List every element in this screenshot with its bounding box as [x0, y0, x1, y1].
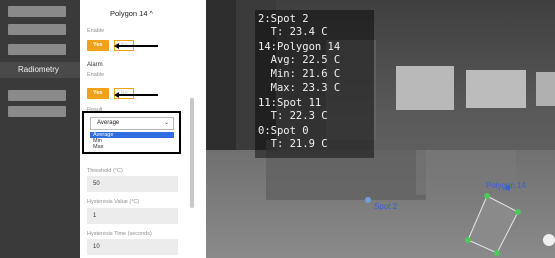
annotation-arrow [114, 92, 158, 97]
result-select-value: Average [97, 120, 120, 126]
threshold-input[interactable]: 50 [87, 176, 178, 192]
annotation-arrow [114, 43, 158, 48]
thermal-camera-view[interactable]: 2:Spot 2 T: 23.4 C 14:Polygon 14 Avg: 22… [206, 0, 555, 258]
sidebar-item-1[interactable] [8, 6, 66, 17]
overlay-line: 14:Polygon 14 [258, 41, 341, 53]
polygon-section-header[interactable]: Polygon 14 ^ [110, 9, 153, 18]
sidebar-item-3[interactable] [8, 44, 66, 55]
polygon-label[interactable]: Polygon 14 [486, 181, 526, 190]
chevron-up-icon: ^ [149, 11, 153, 18]
overlay-line: T: 23.4 C [258, 26, 328, 38]
overlay-line: 0:Spot 0 [258, 125, 309, 137]
overlay-line: 2:Spot 2 [258, 13, 309, 25]
panel-scrollbar[interactable] [190, 98, 194, 208]
threshold-label: Threshold (°C) [87, 168, 123, 174]
sidebar-item-radiometry[interactable]: Radiometry [0, 62, 80, 78]
result-option-max[interactable]: Max [90, 144, 174, 150]
alarm-label: Alarm [87, 62, 103, 68]
chevron-down-icon: ⌄ [163, 120, 169, 126]
enable-yes-button[interactable]: Yes [87, 40, 109, 51]
sidebar-nav: Radiometry [0, 0, 80, 258]
enable-label: Enable [87, 28, 105, 34]
sidebar-item-5[interactable] [8, 106, 66, 117]
overlay-line: 11:Spot 11 [258, 97, 322, 109]
polygon-title: Polygon 14 [110, 9, 148, 18]
result-select[interactable]: Average ⌄ [90, 117, 174, 130]
overlay-line: Avg: 22.5 C [258, 54, 341, 66]
hysteresis-value-input[interactable]: 1 [87, 208, 178, 224]
hysteresis-time-label: Hysteresis Time (seconds) [87, 231, 152, 237]
sidebar-item-4[interactable] [8, 90, 66, 101]
overlay-line: Max: 23.3 C [258, 82, 341, 94]
spot-label[interactable]: Spot 2 [374, 202, 397, 211]
hysteresis-value-label: Hysteresis Value (°C) [87, 199, 140, 205]
result-dropdown-highlight: Average ⌄ Average Min Max [82, 111, 181, 154]
overlay-line: T: 22.3 C [258, 110, 328, 122]
overlay-line: Min: 21.6 C [258, 68, 341, 80]
overlay-line: T: 21.9 C [258, 138, 328, 150]
alarm-enable-label: Enable [87, 72, 105, 78]
sidebar-item-2[interactable] [8, 24, 66, 35]
alarm-yes-button[interactable]: Yes [87, 88, 109, 99]
hysteresis-time-input[interactable]: 10 [87, 239, 178, 255]
